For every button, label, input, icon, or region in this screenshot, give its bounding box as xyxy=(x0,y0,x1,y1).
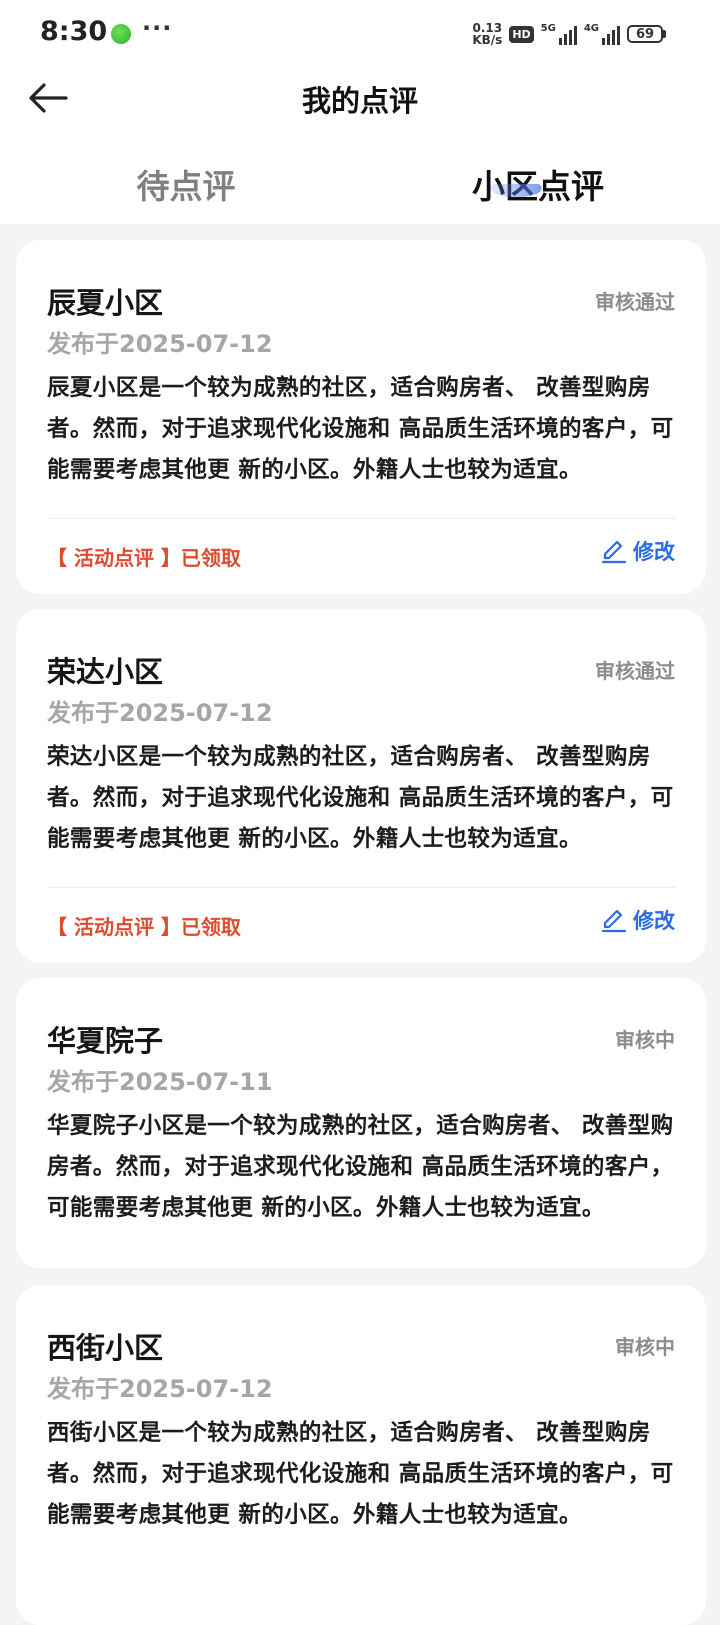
review-status: 审核中 xyxy=(615,1335,675,1359)
community-name: 辰夏小区 xyxy=(47,286,164,320)
review-status: 审核通过 xyxy=(595,290,675,314)
hd-voice-icon: HD xyxy=(509,25,534,43)
activity-reward-tag: 【 活动点评 】已领取 xyxy=(47,546,241,570)
signal-5g-icon: 5G xyxy=(541,23,577,45)
review-card[interactable]: 荣达小区 审核通过 发布于2025-07-12 荣达小区是一个较为成熟的社区，适… xyxy=(16,609,706,963)
publish-date: 发布于2025-07-11 xyxy=(47,1068,273,1096)
edit-review-button[interactable]: 修改 xyxy=(601,536,675,566)
edit-label: 修改 xyxy=(633,540,675,564)
nav-bar: 我的点评 xyxy=(0,68,720,138)
pencil-icon xyxy=(601,540,627,564)
battery-level: 69 xyxy=(627,25,663,43)
publish-date: 发布于2025-07-12 xyxy=(47,699,273,727)
edit-label: 修改 xyxy=(633,909,675,933)
status-time: 8:30 xyxy=(40,16,108,47)
wechat-status-icon xyxy=(111,24,131,44)
signal-4g-icon: 4G xyxy=(584,23,620,45)
review-card[interactable]: 西街小区 审核中 发布于2025-07-12 西街小区是一个较为成熟的社区，适合… xyxy=(16,1285,706,1625)
signal-5g-label: 5G xyxy=(540,23,556,34)
network-speed-unit: KB/s xyxy=(472,33,503,47)
publish-date: 发布于2025-07-12 xyxy=(47,1375,273,1403)
page-title: 我的点评 xyxy=(301,84,418,118)
activity-reward-tag: 【 活动点评 】已领取 xyxy=(47,915,241,939)
review-text: 荣达小区是一个较为成熟的社区，适合购房者、 改善型购房者。然而，对于追求现代化设… xyxy=(47,744,674,852)
review-text: 辰夏小区是一个较为成熟的社区，适合购房者、 改善型购房者。然而，对于追求现代化设… xyxy=(47,375,674,483)
review-card[interactable]: 辰夏小区 审核通过 发布于2025-07-12 辰夏小区是一个较为成熟的社区，适… xyxy=(16,240,706,594)
signal-4g-label: 4G xyxy=(583,23,599,34)
status-bar: 8:30 ··· 0.13 KB/s HD 5G 4G 69 xyxy=(0,0,720,68)
review-tabs: 待点评 小区点评 xyxy=(0,138,720,224)
review-text: 西街小区是一个较为成熟的社区，适合购房者、 改善型购房者。然而，对于追求现代化设… xyxy=(47,1420,674,1528)
divider xyxy=(47,887,675,888)
review-status: 审核中 xyxy=(615,1028,675,1052)
community-name: 西街小区 xyxy=(47,1331,164,1365)
battery-icon: 69 xyxy=(627,25,666,43)
community-name: 华夏院子 xyxy=(47,1024,164,1058)
status-indicators: 0.13 KB/s HD 5G 4G 69 xyxy=(472,20,666,48)
edit-review-button[interactable]: 修改 xyxy=(601,905,675,935)
community-name: 荣达小区 xyxy=(47,655,164,689)
network-speed: 0.13 KB/s xyxy=(472,22,502,46)
publish-date: 发布于2025-07-12 xyxy=(47,330,273,358)
pencil-icon xyxy=(601,909,627,933)
review-card[interactable]: 华夏院子 审核中 发布于2025-07-11 华夏院子小区是一个较为成熟的社区，… xyxy=(16,978,706,1268)
more-notifications-icon: ··· xyxy=(142,14,173,42)
review-text: 华夏院子小区是一个较为成熟的社区，适合购房者、 改善型购房者。然而，对于追求现代… xyxy=(47,1113,674,1221)
review-status: 审核通过 xyxy=(595,659,675,683)
tab-pending-review[interactable]: 待点评 xyxy=(0,160,372,208)
divider xyxy=(47,518,675,519)
